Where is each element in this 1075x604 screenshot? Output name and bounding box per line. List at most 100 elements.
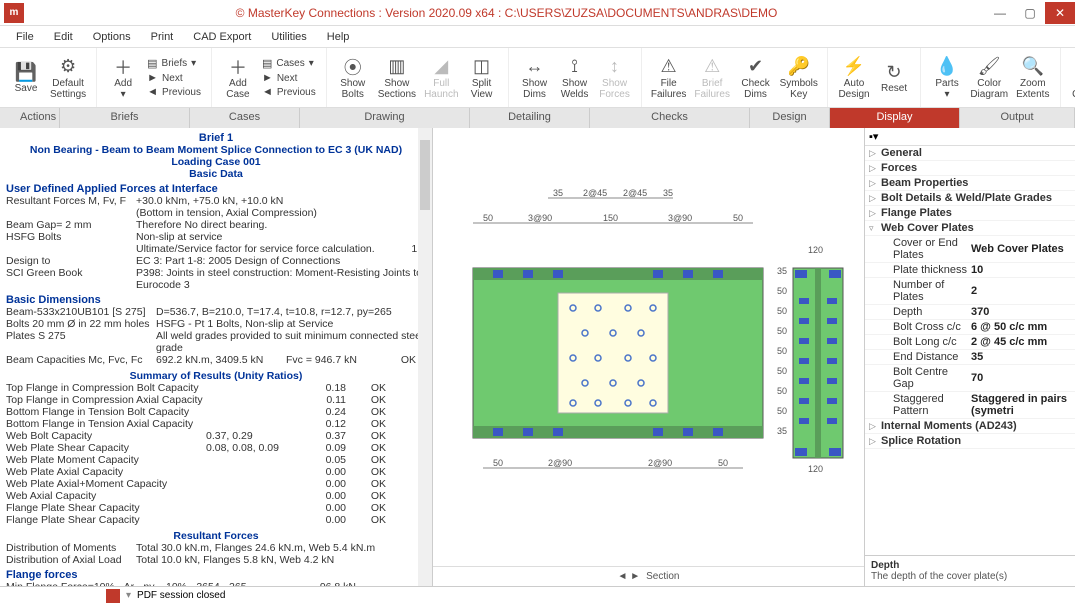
show-sections-button[interactable]: ▥Show Sections [373,54,421,102]
add-brief-button[interactable]: ＋Add▾ [103,54,143,102]
show-bolts-button[interactable]: ⦿Show Bolts [333,54,373,102]
report-scrollbar[interactable] [418,128,432,586]
menu-utilities[interactable]: Utilities [261,29,316,45]
svg-text:50: 50 [777,366,787,376]
print-output-button[interactable]: 🖨Print Output [1067,48,1075,107]
auto-design-button[interactable]: ⚡Auto Design [834,54,874,102]
svg-text:3@90: 3@90 [528,213,552,223]
connection-drawing: 35 2@45 2@45 35 50 3@90 150 3@90 50 [453,178,853,538]
parts-button[interactable]: 💧Parts▾ [927,54,967,102]
summary-row: Web Axial Capacity0.00OK [6,490,426,502]
menu-print[interactable]: Print [141,29,184,45]
split-view-button[interactable]: ◫Split View [462,54,502,102]
tab-detailing[interactable]: Detailing [470,108,590,128]
prop-group[interactable]: ▷Bolt Details & Weld/Plate Grades [865,191,1075,206]
svg-text:50: 50 [718,458,728,468]
prop-group[interactable]: ▷Internal Moments (AD243) [865,419,1075,434]
full-haunch-button[interactable]: ◢Full Haunch [421,54,462,102]
prop-group[interactable]: ▷Flange Plates [865,206,1075,221]
prop-item[interactable]: Number of Plates2 [865,278,1075,305]
svg-text:50: 50 [777,346,787,356]
report-title: Non Bearing - Beam to Beam Moment Splice… [6,144,426,156]
prop-group[interactable]: ▷Beam Properties [865,176,1075,191]
prop-item[interactable]: Plate thickness10 [865,263,1075,278]
svg-text:50: 50 [777,306,787,316]
tab-briefs[interactable]: Briefs [60,108,190,128]
svg-text:2@45: 2@45 [623,188,647,198]
maximize-button[interactable]: ▢ [1015,2,1045,24]
sort-icon[interactable]: ▪▾ [869,130,878,143]
show-welds-button[interactable]: ⟟Show Welds [555,54,595,102]
summary-row: Top Flange in Compression Bolt Capacity0… [6,382,426,394]
split-icon: ◫ [473,56,490,78]
basic-data-heading: Basic Data [6,168,426,180]
user-forces-heading: User Defined Applied Forces at Interface [6,183,426,195]
symbols-key-button[interactable]: 🔑Symbols Key [776,54,821,102]
dims-icon: ↔ [526,56,544,78]
prop-item[interactable]: End Distance35 [865,350,1075,365]
gear-icon: ⚙ [60,56,76,78]
status-bar: ▾ PDF session closed [0,586,1075,604]
menu-help[interactable]: Help [317,29,360,45]
prop-group[interactable]: ▷Forces [865,161,1075,176]
arrow-right-icon: ► [147,72,158,84]
menu-file[interactable]: File [6,29,44,45]
minimize-button[interactable]: — [985,2,1015,24]
color-diagram-button[interactable]: 🖌Color Diagram [967,54,1011,102]
show-dims-button[interactable]: ↔Show Dims [515,54,555,102]
prop-item[interactable]: Bolt Long c/c2 @ 45 c/c mm [865,335,1075,350]
section-nav[interactable]: ◄ ► [618,571,641,582]
list-icon: ▤ [262,57,272,70]
drawing-footer: ◄ ► Section [433,566,864,586]
zoom-extents-button[interactable]: 🔍Zoom Extents [1011,54,1054,102]
next-brief-button[interactable]: ►Next [147,72,201,84]
reset-button[interactable]: ↻Reset [874,54,914,102]
menu-cadexport[interactable]: CAD Export [183,29,261,45]
menu-options[interactable]: Options [83,29,141,45]
svg-text:35: 35 [777,266,787,276]
tab-drawing[interactable]: Drawing [300,108,470,128]
tab-display[interactable]: Display [830,108,960,128]
prop-group[interactable]: ▷General [865,146,1075,161]
svg-text:50: 50 [777,406,787,416]
arrow-right-icon: ► [262,72,273,84]
prop-item[interactable]: Depth370 [865,305,1075,320]
file-failures-button[interactable]: ⚠File Failures [648,54,690,102]
previous-brief-button[interactable]: ◄Previous [147,86,201,98]
prop-item[interactable]: Bolt Centre Gap70 [865,365,1075,392]
briefs-dropdown[interactable]: ▤Briefs ▾ [147,57,201,70]
title-bar: m © MasterKey Connections : Version 2020… [0,0,1075,26]
default-settings-button[interactable]: ⚙Default Settings [46,54,90,102]
show-forces-button[interactable]: ↕Show Forces [595,54,635,102]
prop-group[interactable]: ▷Splice Rotation [865,434,1075,449]
add-case-button[interactable]: ＋Add Case [218,54,258,102]
prop-item[interactable]: Cover or End PlatesWeb Cover Plates [865,236,1075,263]
tab-design[interactable]: Design [750,108,830,128]
brief-failures-button[interactable]: ⚠Brief Failures [690,54,735,102]
summary-heading: Summary of Results (Unity Ratios) [6,370,426,382]
cases-dropdown[interactable]: ▤Cases ▾ [262,57,316,70]
menu-edit[interactable]: Edit [44,29,83,45]
tab-checks[interactable]: Checks [590,108,750,128]
svg-text:35: 35 [663,188,673,198]
previous-case-button[interactable]: ◄Previous [262,86,316,98]
prop-item[interactable]: Staggered PatternStaggered in pairs (sym… [865,392,1075,419]
tab-output[interactable]: Output [960,108,1075,128]
svg-text:50: 50 [777,326,787,336]
svg-text:50: 50 [493,458,503,468]
drawing-canvas[interactable]: 35 2@45 2@45 35 50 3@90 150 3@90 50 [433,128,864,566]
close-button[interactable]: ✕ [1045,2,1075,24]
tab-cases[interactable]: Cases [190,108,300,128]
report-panel: Brief 1 Non Bearing - Beam to Beam Momen… [0,128,432,586]
prop-toolbar[interactable]: ▪▾ [865,128,1075,146]
check-dims-button[interactable]: ✔Check Dims [735,54,777,102]
tab-actions[interactable]: Actions [0,108,60,128]
key-icon: 🔑 [788,56,810,78]
next-case-button[interactable]: ►Next [262,72,316,84]
summary-row: Web Plate Axial+Moment Capacity0.00OK [6,478,426,490]
prop-item[interactable]: Bolt Cross c/c6 @ 50 c/c mm [865,320,1075,335]
summary-row: Top Flange in Compression Axial Capacity… [6,394,426,406]
zoom-icon: 🔍 [1022,56,1044,78]
prop-group[interactable]: ▿Web Cover Plates [865,221,1075,236]
save-button[interactable]: 💾Save [6,54,46,102]
